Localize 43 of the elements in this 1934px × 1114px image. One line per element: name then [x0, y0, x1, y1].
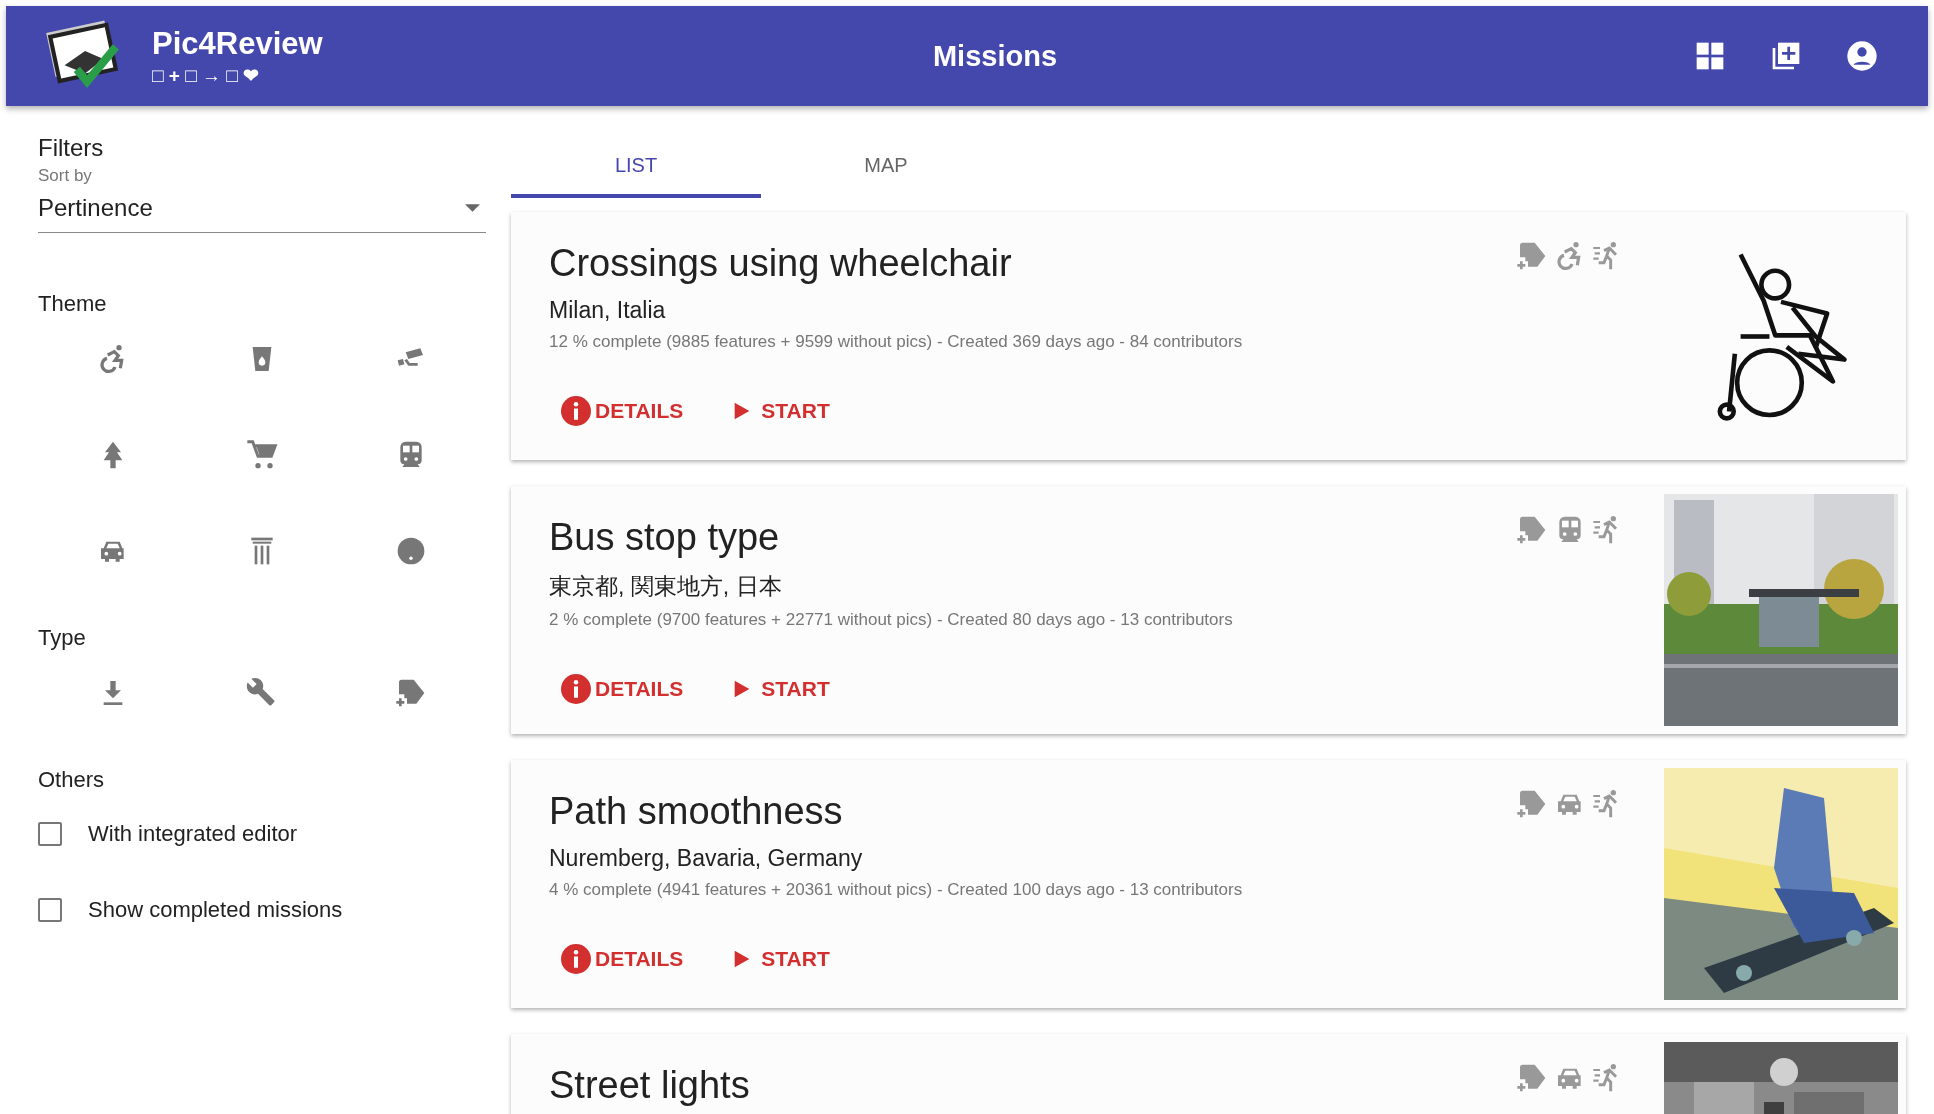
sort-select[interactable]: Pertinence: [38, 186, 486, 233]
sort-label: Sort by: [38, 166, 93, 186]
mission-location: 東京都, 関東地方, 日本: [549, 572, 782, 601]
add-box-icon[interactable]: [1770, 40, 1802, 72]
mission-stats: 4 % complete (4941 features + 20361 without pics) - Created 100 days ago - 13 contributors: [549, 880, 1243, 900]
grid-icon[interactable]: [1694, 40, 1726, 72]
checkbox[interactable]: [38, 822, 62, 846]
page-title: Missions: [932, 39, 1058, 73]
mission-stats: 2 % complete (9700 features + 22771 without pics) - Created 80 days ago - 13 contributors: [549, 610, 1233, 630]
app-name: Pic4Review: [152, 25, 323, 62]
tag-plus-icon[interactable]: [1516, 1062, 1548, 1094]
start-button[interactable]: START: [727, 392, 834, 430]
checkbox[interactable]: [38, 898, 62, 922]
mission-title: Bus stop type: [549, 516, 780, 559]
caret-icon: [465, 204, 480, 212]
checkbox-label: With integrated editor: [88, 821, 298, 847]
info-icon: [561, 674, 591, 704]
mission-title: Street lights: [549, 1064, 750, 1107]
info-icon: [561, 396, 591, 426]
mission-location: Milan, Italia: [549, 297, 666, 324]
mission-title: Crossings using wheelchair: [549, 242, 1012, 285]
section-label: Type: [38, 625, 87, 651]
tab[interactable]: MAP: [761, 136, 1011, 198]
tagline: □ + □ → □ ❤: [152, 63, 260, 87]
mission-stats: 12 % complete (9885 features + 9599 without pics) - Created 369 days ago - 84 contributors: [549, 332, 1243, 352]
tag-plus-icon[interactable]: [1516, 240, 1548, 272]
mission-location: Nuremberg, Bavaria, Germany: [549, 845, 863, 872]
details-button[interactable]: DETAILS: [557, 392, 688, 430]
details-button[interactable]: DETAILS: [557, 670, 688, 708]
section-label: Others: [38, 767, 106, 793]
cart-icon[interactable]: [246, 439, 278, 471]
details-button[interactable]: DETAILS: [557, 940, 688, 978]
start-button[interactable]: START: [727, 670, 834, 708]
account-icon[interactable]: [1846, 40, 1878, 72]
tag-plus-icon[interactable]: [1516, 788, 1548, 820]
filters-heading: Filters: [38, 134, 105, 162]
info-icon: [561, 944, 591, 974]
tab[interactable]: LIST: [511, 136, 761, 198]
start-button[interactable]: START: [727, 940, 834, 978]
mission-title: Path smoothness: [549, 790, 843, 833]
tag-plus-icon[interactable]: [1516, 514, 1548, 546]
checkbox-label: Show completed missions: [88, 897, 343, 923]
section-label: Theme: [38, 291, 108, 317]
